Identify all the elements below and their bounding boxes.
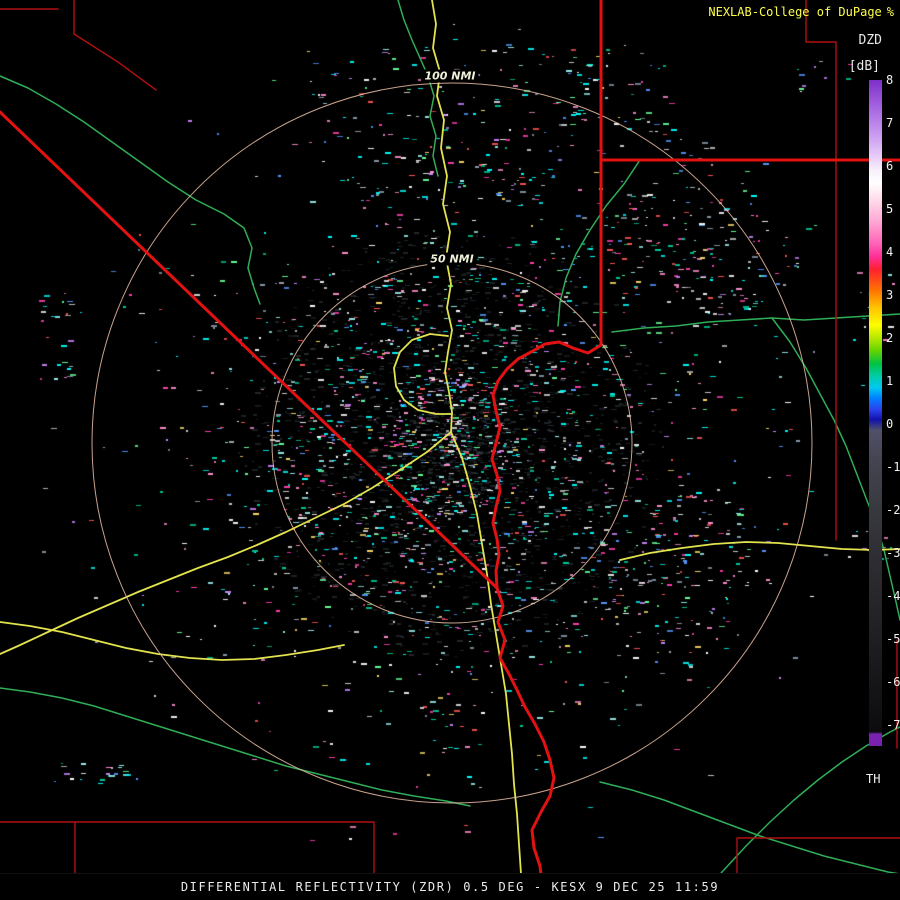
river-lines <box>0 0 900 900</box>
colorbar-tick-label: 3 <box>886 288 894 302</box>
state-border-lines <box>0 0 900 900</box>
colorbar-tick-label: -2 <box>886 503 900 517</box>
colorbar-gradient <box>869 80 882 746</box>
colorbar-tick-label: -7 <box>886 718 900 732</box>
product-caption: DIFFERENTIAL REFLECTIVITY (ZDR) 0.5 DEG … <box>180 880 720 894</box>
colorbar-tick-label: -4 <box>886 589 900 603</box>
colorbar-tick-label: 1 <box>886 374 894 388</box>
colorbar-tick-label: -5 <box>886 632 900 646</box>
map-svg <box>0 0 900 900</box>
colorbar-tick-label: 2 <box>886 331 894 345</box>
caption-bar: DIFFERENTIAL REFLECTIVITY (ZDR) 0.5 DEG … <box>0 873 900 900</box>
colorbar-tick-label: -1 <box>886 460 900 474</box>
colorbar-tick-label: -3 <box>886 546 900 560</box>
radar-display: 100 NMI 50 NMI NEXLAB-College of DuPage%… <box>0 0 900 900</box>
county-lines <box>0 0 900 900</box>
colorbar-product-label: DZD <box>858 33 882 48</box>
attribution: NEXLAB-College of DuPage% <box>708 5 894 19</box>
colorbar-tick-label: 8 <box>886 73 894 87</box>
colorbar-tick-label: 0 <box>886 417 894 431</box>
highway-lines <box>0 0 900 900</box>
range-ring-label-50nmi: 50 NMI <box>427 252 477 266</box>
attribution-symbol: % <box>886 5 894 19</box>
attribution-text: NEXLAB-College of DuPage <box>708 5 882 19</box>
colorbar-tick-label: 5 <box>886 202 894 216</box>
colorbar-tick-label: 7 <box>886 116 894 130</box>
colorbar-tick-label: 6 <box>886 159 894 173</box>
colorbar-units-label: [dB] <box>848 59 880 74</box>
colorbar-tick-label: 4 <box>886 245 894 259</box>
range-rings <box>91 82 813 804</box>
colorbar-tick-label: -6 <box>886 675 900 689</box>
range-ring-label-100nmi: 100 NMI <box>421 69 479 83</box>
colorbar-th-label: TH <box>866 772 881 786</box>
